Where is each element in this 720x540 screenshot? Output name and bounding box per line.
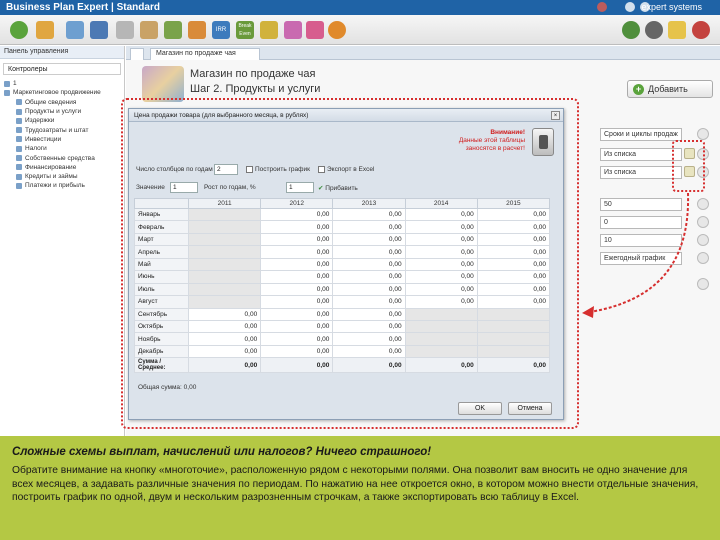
user-icon[interactable] [622, 21, 640, 39]
panel-subheader[interactable]: Контролеры [3, 63, 121, 75]
tab-bar: Магазин по продаже чая [126, 46, 720, 60]
field-help-icon[interactable] [697, 234, 709, 246]
right-field-5[interactable]: 0 [600, 216, 682, 229]
plus-icon: + [633, 84, 644, 95]
tree-item[interactable]: Издержки [4, 116, 124, 125]
pencil-icon[interactable] [668, 21, 686, 39]
tree-item[interactable]: Продукты и услуги [4, 107, 124, 116]
tree-item-label: Трудозатраты и штат [25, 126, 89, 134]
tree-item-icon [16, 173, 22, 180]
tree-item[interactable]: Налоги [4, 144, 124, 153]
settings-icon[interactable] [140, 21, 158, 39]
tree-item[interactable]: Финансирование [4, 163, 124, 172]
field-help-icon[interactable] [697, 216, 709, 228]
banner-heading: Сложные схемы выплат, начислений или нал… [12, 446, 432, 458]
add-icon[interactable] [10, 21, 28, 39]
tree-item[interactable]: 1 [4, 79, 124, 88]
irr-icon[interactable]: IRR [212, 21, 230, 39]
copy-icon[interactable] [66, 21, 84, 39]
home-tab-icon[interactable] [130, 48, 144, 60]
save-icon[interactable] [90, 21, 108, 39]
import-icon[interactable] [188, 21, 206, 39]
right-field-4[interactable]: 50 [600, 198, 682, 211]
add-button[interactable]: + Добавить [627, 80, 713, 98]
main-toolbar: IRR Break Even [0, 15, 720, 45]
field-help-icon[interactable] [697, 198, 709, 210]
highlight-ellipsis-frame [672, 140, 705, 192]
tree-item-icon [16, 164, 22, 171]
paint-icon[interactable] [306, 21, 324, 39]
right-field-3[interactable]: Из списка [600, 166, 682, 179]
right-field-7[interactable]: Ежегодный график [600, 252, 682, 265]
panel-header: Панель управления [0, 46, 124, 59]
tree-item-label: Кредиты и займы [25, 173, 78, 181]
right-field-6[interactable]: 10 [600, 234, 682, 247]
add-button-label: Добавить [648, 84, 688, 94]
cut-icon[interactable] [116, 21, 134, 39]
help-icon[interactable] [645, 21, 663, 39]
tab-project[interactable]: Магазин по продаже чая [150, 48, 260, 60]
banner-text: Обратите внимание на кнопку «многоточие»… [12, 465, 699, 503]
tree-item-icon [16, 99, 22, 106]
tree-item[interactable]: Трудозатраты и штат [4, 125, 124, 134]
app-title: Business Plan Expert [6, 2, 109, 13]
navigation-tree: 1 Маркетинговое продвижение Общие сведения… [0, 79, 124, 191]
right-field-1[interactable]: Сроки и циклы продаж [600, 128, 682, 141]
control-panel: Панель управления Контролеры 1 Маркетинго… [0, 46, 125, 436]
break-even-icon[interactable]: Break Even [236, 21, 254, 39]
tree-item-icon [16, 182, 22, 189]
flag-icon[interactable] [597, 2, 607, 12]
open-icon[interactable] [36, 21, 54, 39]
tree-item[interactable]: Маркетинговое продвижение [4, 88, 124, 97]
right-field-2[interactable]: Из списка [600, 148, 682, 161]
page-title-line1: Магазин по продаже чая [190, 68, 316, 80]
tree-item-icon [16, 117, 22, 124]
project-logo [142, 66, 184, 102]
tree-item[interactable]: Общие сведения [4, 98, 124, 107]
tree-item[interactable]: Платежи и прибыль [4, 181, 124, 190]
tree-item[interactable]: Кредиты и займы [4, 172, 124, 181]
tree-item-label: Платежи и прибыль [25, 182, 85, 190]
chart-icon[interactable] [284, 21, 302, 39]
edit-icon[interactable] [164, 21, 182, 39]
run-icon[interactable] [328, 21, 346, 39]
tree-item-icon [4, 89, 10, 96]
app-edition: | Standard [111, 2, 160, 13]
tree-item-label: Общие сведения [25, 98, 77, 106]
close-app-icon[interactable] [692, 21, 710, 39]
tree-item-icon [16, 127, 22, 134]
tree-item-icon [16, 145, 22, 152]
app-titlebar: Business Plan Expert | Standard expert s… [0, 0, 720, 15]
tree-item-label: Издержки [25, 117, 55, 125]
tree-item-icon [16, 136, 22, 143]
field-help-icon[interactable] [697, 252, 709, 264]
home-icon[interactable] [625, 2, 635, 12]
tree-item-label: Налоги [25, 145, 47, 153]
info-banner: Сложные схемы выплат, начислений или нал… [0, 436, 720, 540]
profit-icon[interactable] [260, 21, 278, 39]
tree-item[interactable]: Инвестиции [4, 135, 124, 144]
tree-item-icon [16, 155, 22, 162]
tree-item-label: Инвестиции [25, 135, 62, 143]
tree-item-label: Маркетинговое продвижение [13, 89, 101, 97]
tree-item[interactable]: Собственные средства [4, 153, 124, 162]
tree-item-label: 1 [13, 80, 17, 88]
field-help-icon[interactable] [697, 128, 709, 140]
brand-label: expert systems [641, 2, 702, 12]
tree-item-label: Финансирование [25, 163, 77, 171]
page-title-line2: Шаг 2. Продукты и услуги [190, 83, 321, 95]
tree-item-label: Собственные средства [25, 154, 95, 162]
tree-item-label: Продукты и услуги [25, 108, 82, 116]
page-title: Магазин по продаже чая Шаг 2. Продукты и… [190, 67, 320, 97]
field-help-icon[interactable] [697, 278, 709, 290]
highlight-dialog-frame [121, 98, 579, 429]
tree-item-icon [16, 108, 22, 115]
tree-item-icon [4, 80, 10, 87]
